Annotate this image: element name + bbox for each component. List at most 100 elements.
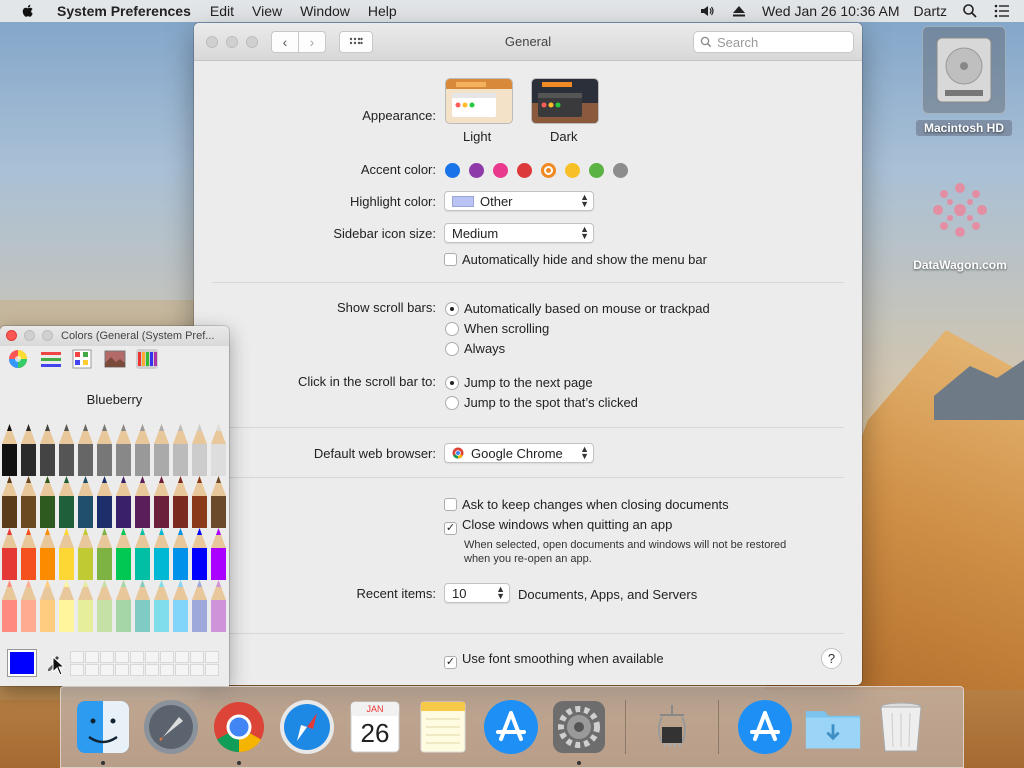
pencil-lead — [26, 476, 31, 483]
menubar: System Preferences Edit View Window Help… — [0, 0, 1024, 22]
accent-color-swatch[interactable] — [469, 163, 484, 178]
pencil-body — [211, 496, 226, 528]
gear-icon — [553, 701, 605, 753]
color-wheel-icon[interactable] — [8, 349, 30, 369]
dock-notes[interactable] — [414, 698, 472, 756]
ask-keep-changes-checkbox[interactable]: Ask to keep changes when closing documen… — [444, 497, 729, 512]
accent-color-swatch[interactable] — [493, 163, 508, 178]
accent-color-label: Accent color: — [360, 162, 436, 177]
pencil-body — [97, 548, 112, 580]
spotlight-search-icon[interactable] — [962, 3, 978, 19]
minimize-panel-button[interactable] — [24, 330, 35, 341]
dock-app-store[interactable] — [482, 698, 540, 756]
pencil-body — [173, 444, 188, 476]
sidebar-icon-size-popup[interactable]: Medium ▲ ▼ — [444, 223, 594, 243]
pencil-lead — [7, 476, 12, 483]
accent-color-swatch[interactable] — [613, 163, 628, 178]
menubar-clock[interactable]: Wed Jan 26 10:36 AM — [755, 3, 907, 19]
menu-view[interactable]: View — [243, 3, 291, 19]
zoom-panel-button[interactable] — [42, 330, 53, 341]
calendar-month: JAN — [366, 704, 384, 714]
appearance-dark-thumbnail[interactable] — [531, 78, 599, 124]
sidebar-icon-size-label: Sidebar icon size: — [333, 226, 436, 241]
radio-unselected — [445, 342, 459, 356]
checkbox-unchecked — [444, 498, 457, 511]
close-panel-button[interactable] — [6, 330, 17, 341]
pencil-body — [154, 444, 169, 476]
sidebar-icon-size-value: Medium — [452, 225, 499, 241]
eject-icon[interactable] — [731, 3, 747, 19]
menubar-user[interactable]: Dartz — [907, 3, 954, 19]
appearance-label: Appearance: — [362, 108, 436, 123]
highlight-color-popup[interactable]: Other ▲ ▼ — [444, 191, 594, 211]
pencil-lead — [121, 476, 126, 483]
dock-chrome[interactable] — [210, 698, 268, 765]
pencil-color-picker[interactable] — [0, 422, 229, 642]
accent-color-swatch[interactable] — [565, 163, 580, 178]
apple-icon[interactable] — [20, 3, 36, 19]
default-browser-popup[interactable]: Google Chrome ▲ ▼ — [444, 443, 594, 463]
dock-system-preferences[interactable] — [550, 698, 608, 765]
help-button[interactable]: ? — [821, 648, 842, 669]
colors-panel-titlebar: Colors (General (System Pref... — [0, 326, 229, 346]
pencil-lead — [216, 476, 221, 483]
trash-icon — [880, 702, 922, 752]
pencil-lead — [102, 424, 107, 431]
accent-color-swatch[interactable] — [517, 163, 532, 178]
accent-color-swatch[interactable] — [541, 163, 556, 178]
color-sliders-icon[interactable] — [40, 349, 62, 369]
pencil-lead — [159, 528, 164, 535]
desktop-icon-datawagon[interactable]: DataWagon.com — [900, 170, 1020, 272]
jump-next-page-radio[interactable]: Jump to the next page — [445, 375, 593, 390]
pencil-lead — [64, 424, 69, 431]
dock-downloads-folder[interactable] — [804, 698, 862, 756]
pencils-icon[interactable] — [136, 349, 158, 369]
pencil-body — [78, 600, 93, 632]
recent-items-value: 10 — [452, 585, 467, 601]
auto-hide-menubar-checkbox[interactable]: Automatically hide and show the menu bar — [444, 252, 707, 267]
scroll-when-scrolling-radio[interactable]: When scrolling — [445, 321, 549, 336]
desktop-icon-macintosh-hd[interactable]: Macintosh HD — [916, 26, 1012, 136]
jump-to-spot-radio[interactable]: Jump to the spot that’s clicked — [445, 395, 638, 410]
pencil-body — [116, 548, 131, 580]
color-well[interactable] — [7, 649, 37, 677]
pencil-body — [135, 496, 150, 528]
volume-icon[interactable] — [699, 3, 715, 19]
font-smoothing-checkbox[interactable]: ✓ Use font smoothing when available — [444, 651, 664, 669]
separator — [212, 477, 844, 478]
separator — [212, 282, 844, 283]
menu-edit[interactable]: Edit — [201, 3, 243, 19]
dock-launchpad[interactable] — [142, 698, 200, 756]
accent-color-swatch[interactable] — [589, 163, 604, 178]
close-windows-checkbox[interactable]: ✓ Close windows when quitting an app — [444, 517, 672, 535]
appearance-light-thumbnail[interactable] — [445, 78, 513, 124]
dock-usb-utility[interactable] — [643, 698, 701, 756]
color-swatch-row — [7, 649, 219, 677]
pencil-lead — [83, 476, 88, 483]
menu-window[interactable]: Window — [291, 3, 359, 19]
image-palettes-icon[interactable] — [104, 349, 126, 369]
scroll-auto-radio[interactable]: Automatically based on mouse or trackpad — [445, 301, 710, 316]
pencil-lead — [197, 580, 202, 587]
scroll-always-radio[interactable]: Always — [445, 341, 505, 356]
ask-keep-changes-label: Ask to keep changes when closing documen… — [462, 497, 729, 512]
radio-unselected — [445, 396, 459, 410]
pencil-body — [59, 496, 74, 528]
flower-logo-icon — [924, 170, 996, 250]
search-field[interactable]: Search — [693, 31, 854, 53]
pencil-body — [2, 600, 17, 632]
saved-color-swatches[interactable] — [70, 650, 219, 676]
color-palettes-icon[interactable] — [72, 349, 94, 369]
accent-color-swatch[interactable] — [445, 163, 460, 178]
dock-calendar[interactable]: JAN 26 — [346, 698, 404, 756]
recent-items-popup[interactable]: 10 ▲ ▼ — [444, 583, 510, 603]
appearance-dark-label: Dark — [550, 129, 578, 144]
dock-app-store-downloads[interactable] — [736, 698, 794, 756]
notification-center-icon[interactable] — [994, 3, 1010, 19]
dock-trash[interactable] — [872, 698, 930, 756]
pencil-body — [2, 444, 17, 476]
dock-finder[interactable] — [74, 698, 132, 765]
menubar-app-name[interactable]: System Preferences — [48, 3, 201, 19]
dock-safari[interactable] — [278, 698, 336, 756]
menu-help[interactable]: Help — [359, 3, 406, 19]
